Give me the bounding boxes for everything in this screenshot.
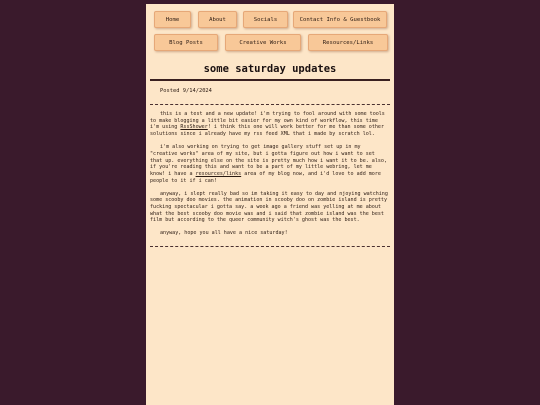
- post-title: some saturday updates: [203, 63, 337, 75]
- nav-blog-button[interactable]: Blog Posts: [154, 34, 218, 51]
- resources-link[interactable]: resources/links: [196, 171, 242, 177]
- nav-socials-button[interactable]: Socials: [243, 11, 288, 28]
- nav-resources-button[interactable]: Resources/Links: [308, 34, 388, 51]
- paragraph-1: this is a test and a new update! i'm try…: [150, 111, 390, 138]
- paragraph-3: anyway, i slept really bad so im taking …: [150, 190, 388, 224]
- dashed-divider-top: [150, 104, 390, 105]
- dashed-divider-bottom: [150, 246, 390, 247]
- paragraph-4: anyway, hope you all have a nice saturda…: [160, 230, 288, 237]
- nav-contact-button[interactable]: Contact Info & Guestbook: [293, 11, 387, 28]
- nav-creative-button[interactable]: Creative Works: [225, 34, 301, 51]
- post-date: Posted 9/14/2024: [160, 88, 212, 94]
- rssshower-link[interactable]: RssShower: [180, 124, 207, 130]
- nav-about-button[interactable]: About: [198, 11, 237, 28]
- post-body: this is a test and a new update! i'm try…: [150, 111, 390, 243]
- title-divider: [150, 79, 390, 81]
- paragraph-2: i'm also working on trying to get image …: [150, 144, 390, 184]
- nav-home-button[interactable]: Home: [154, 11, 191, 28]
- page-panel: Home About Socials Contact Info & Guestb…: [146, 4, 394, 405]
